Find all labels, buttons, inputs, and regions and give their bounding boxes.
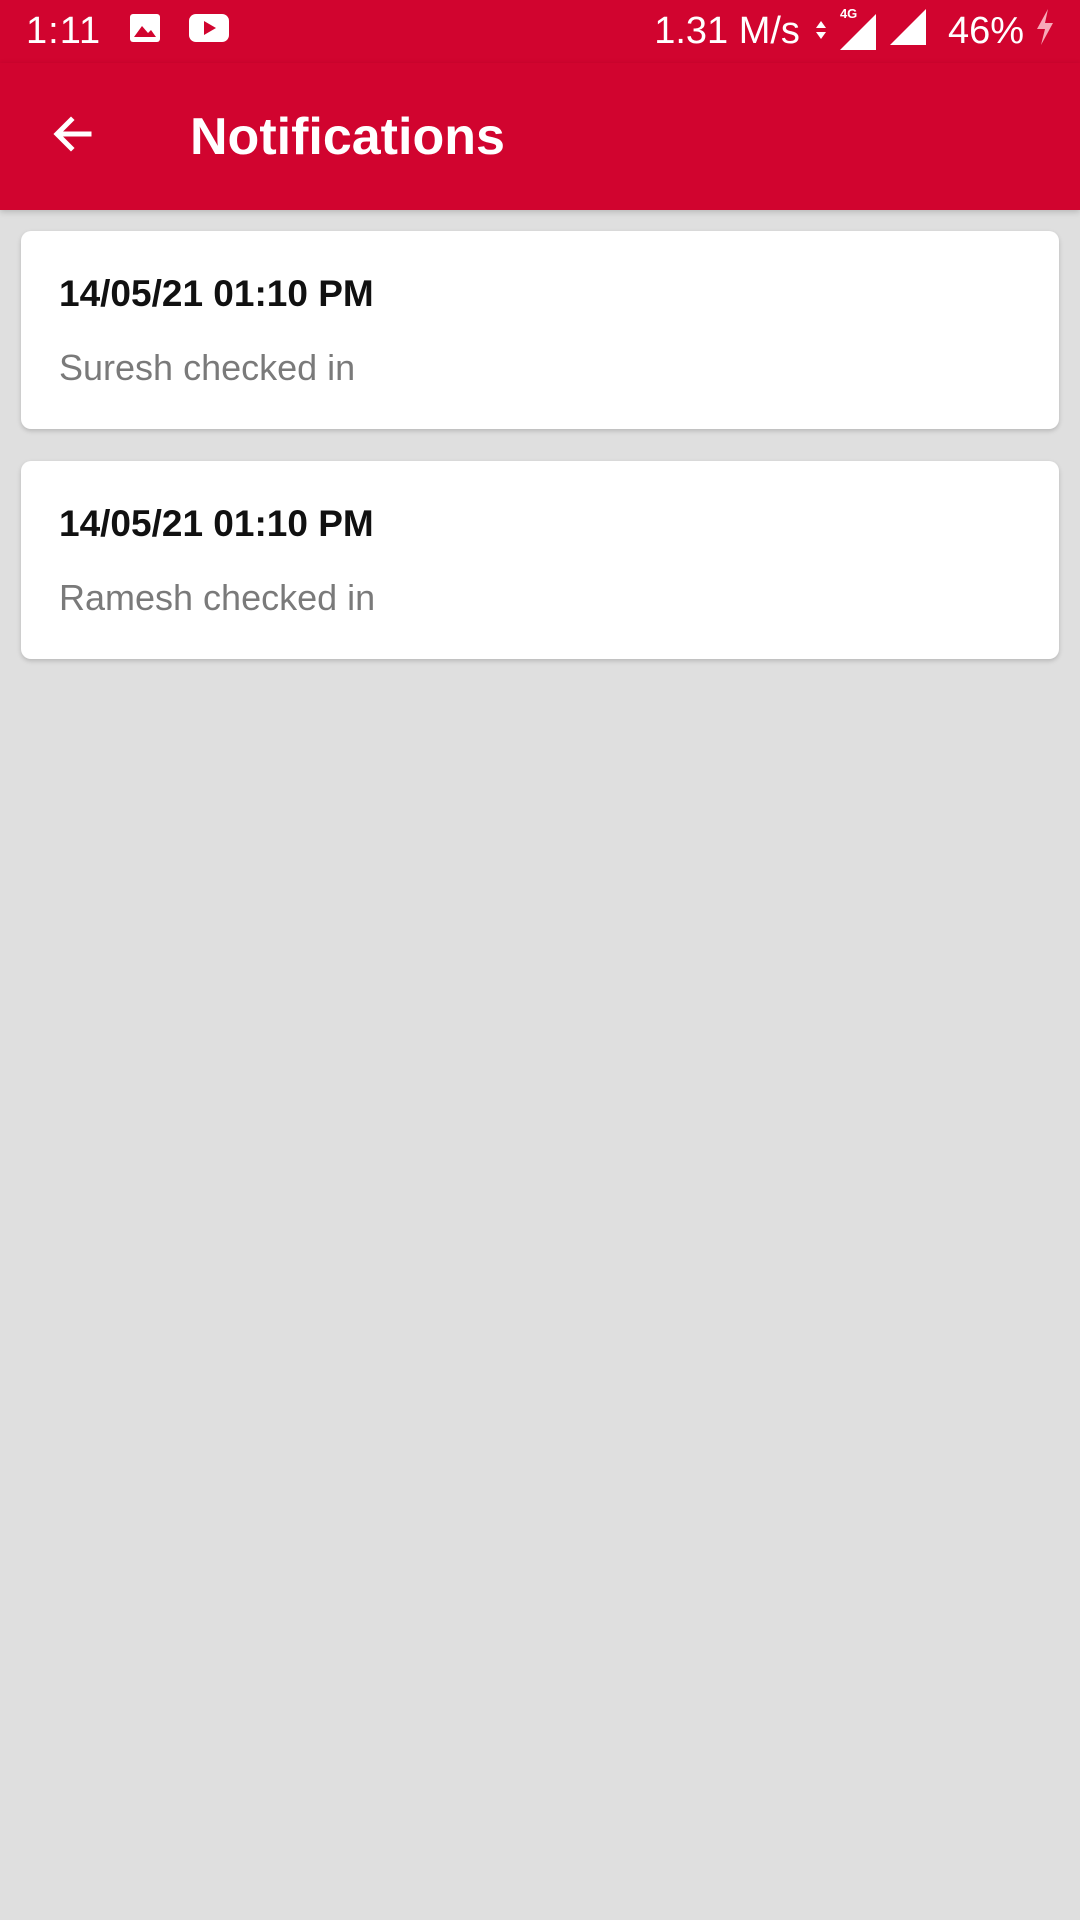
notification-message: Ramesh checked in — [59, 577, 376, 618]
network-speed: 1.31 M/s — [654, 10, 800, 52]
app-bar: Notifications — [0, 63, 1080, 210]
signal-icon: 4G — [838, 6, 878, 52]
status-bar-right: 1.31 M/s 4G 46% — [654, 6, 1056, 57]
notification-card[interactable]: 14/05/21 01:10 PM Ramesh checked in — [21, 461, 1059, 659]
image-icon — [129, 10, 161, 53]
status-bar-left: 1:11 — [26, 10, 230, 53]
notification-date: 14/05/21 01:10 PM — [59, 273, 374, 314]
status-bar: 1:11 1.31 M/s 4G 46% — [0, 0, 1080, 63]
charging-icon — [1034, 7, 1056, 57]
page-title: Notifications — [190, 107, 505, 166]
youtube-icon — [189, 10, 230, 53]
data-arrows-icon — [814, 10, 828, 53]
back-arrow-icon — [49, 110, 97, 163]
notification-card[interactable]: 14/05/21 01:10 PM Suresh checked in — [21, 231, 1059, 429]
status-time: 1:11 — [26, 10, 102, 52]
network-type: 4G — [839, 5, 858, 21]
notification-message: Suresh checked in — [59, 347, 356, 388]
back-button[interactable] — [28, 92, 118, 182]
notification-date: 14/05/21 01:10 PM — [59, 503, 374, 544]
signal-icon — [888, 7, 928, 57]
battery-level: 46% — [947, 10, 1024, 52]
